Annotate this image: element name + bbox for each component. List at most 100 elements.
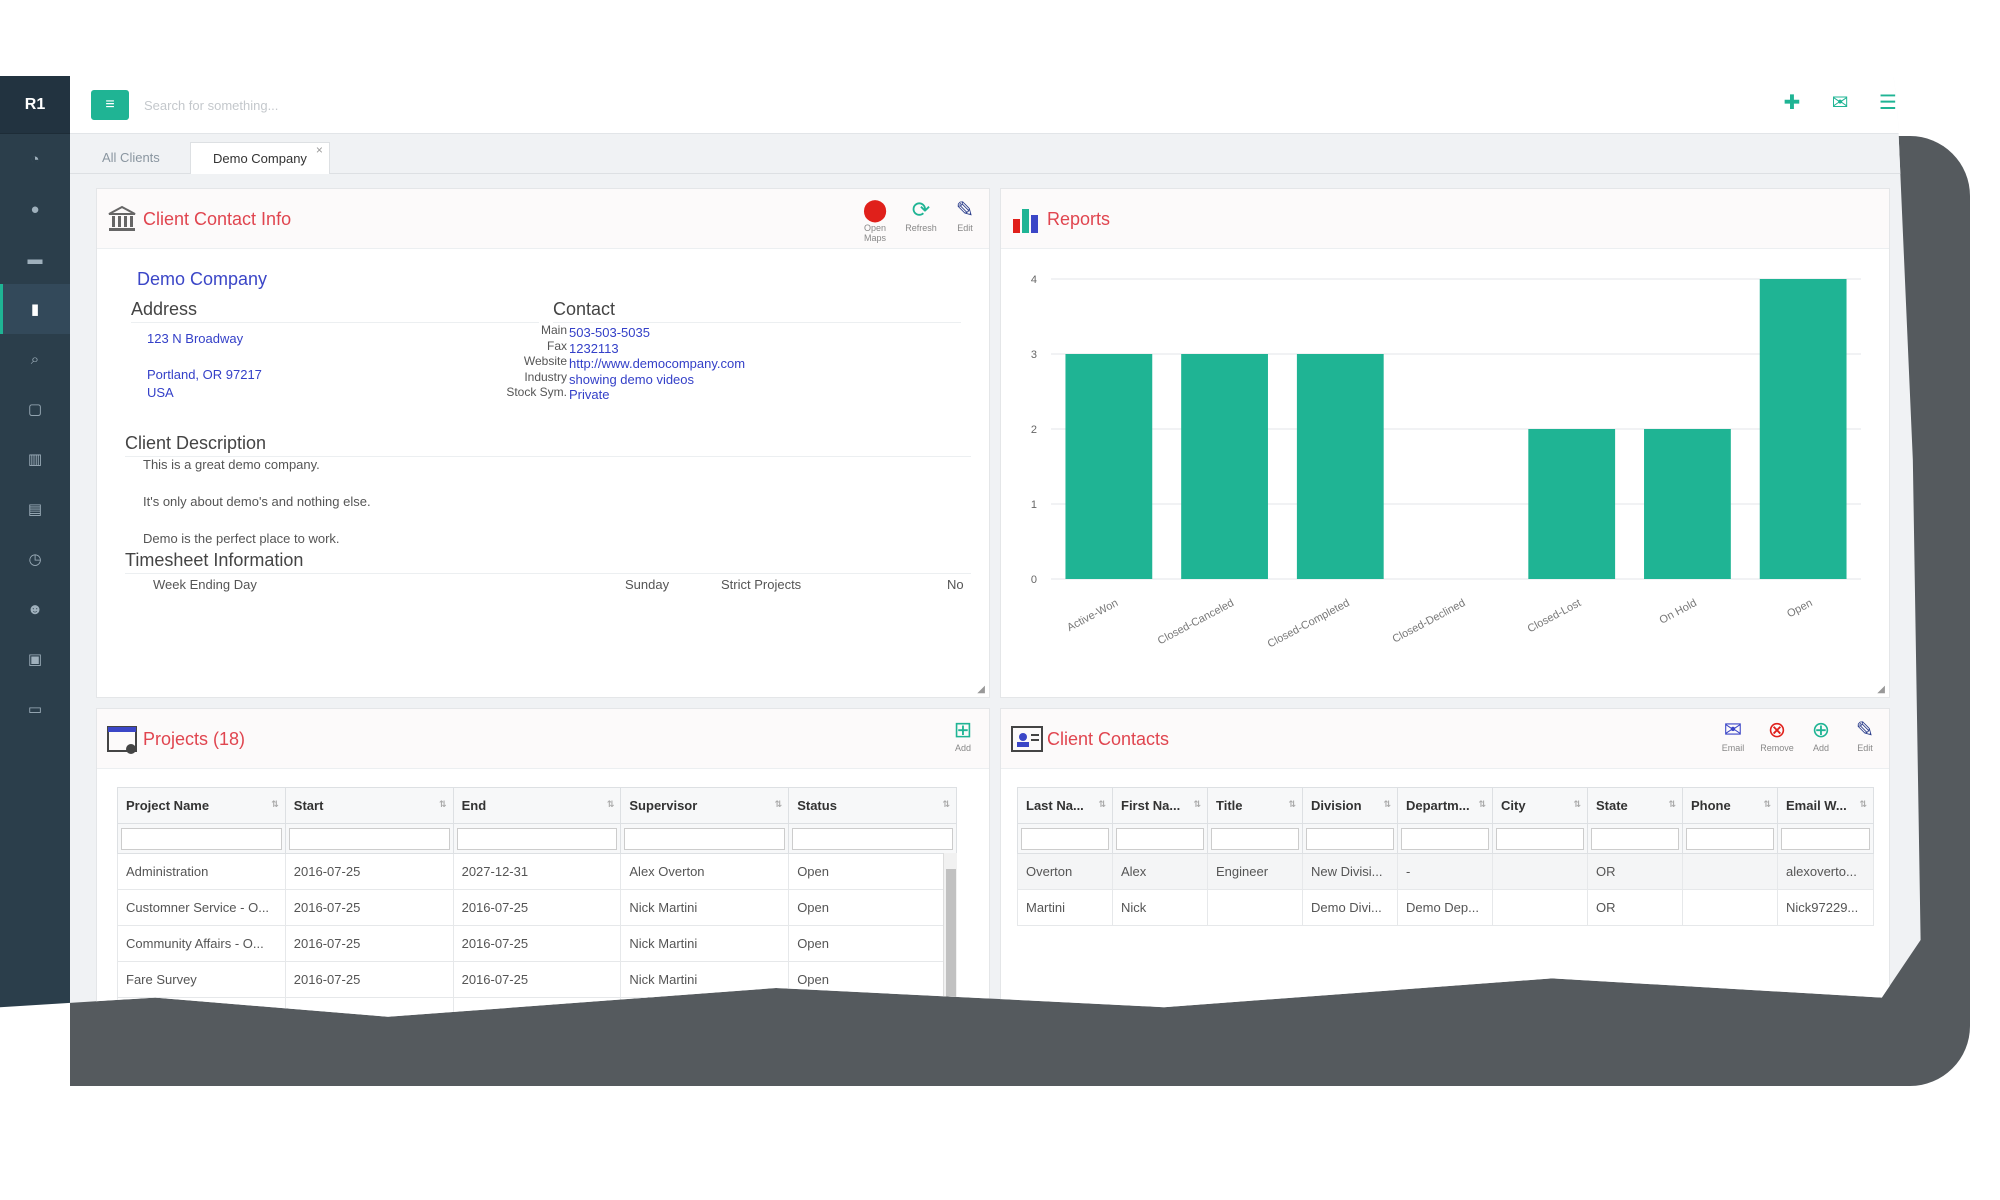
tab-demo-company[interactable]: Demo Company × [190, 142, 330, 174]
column-header[interactable]: Project Name ⇅ [117, 787, 286, 824]
table-cell: Nick Martini [620, 889, 790, 926]
email-contact-button[interactable]: ✉ Email [1715, 717, 1751, 753]
column-header[interactable]: Supervisor ⇅ [620, 787, 790, 824]
sidebar-item[interactable]: ▮ [0, 284, 70, 334]
sort-icon[interactable]: ⇅ [1859, 799, 1867, 810]
table-cell: Demo Dep... [1397, 889, 1493, 926]
sort-icon[interactable]: ⇅ [439, 799, 447, 810]
sort-icon[interactable]: ⇅ [1478, 799, 1486, 810]
bank-icon [107, 205, 137, 240]
column-filter-input[interactable] [1401, 827, 1489, 850]
column-filter-input[interactable] [1306, 827, 1394, 850]
bar[interactable] [1181, 354, 1268, 579]
sidebar-item[interactable]: ◷ [0, 534, 70, 584]
contact-field-value[interactable]: Private [569, 387, 609, 402]
contact-field-value[interactable]: http://www.democompany.com [569, 356, 745, 371]
sort-icon[interactable]: ⇅ [1193, 799, 1201, 810]
column-filter-input[interactable] [792, 827, 953, 850]
sort-icon[interactable]: ⇅ [942, 799, 950, 810]
address-line[interactable]: Portland, OR 97217 [147, 367, 262, 382]
sidebar-item[interactable]: ▢ [0, 384, 70, 434]
brand-logo[interactable]: R1 [0, 76, 70, 134]
column-header[interactable]: First Na... ⇅ [1112, 787, 1208, 824]
column-filter-input[interactable] [1496, 827, 1584, 850]
column-header[interactable]: Last Na... ⇅ [1017, 787, 1113, 824]
sidebar-item[interactable]: ▤ [0, 484, 70, 534]
column-header[interactable]: Division ⇅ [1302, 787, 1398, 824]
sort-icon[interactable]: ⇅ [1288, 799, 1296, 810]
contacts-table: Last Na... ⇅ First Na... ⇅ Title ⇅ Division ⇅ De… [1017, 787, 1874, 926]
settings-icon[interactable]: ☰ [1876, 90, 1900, 115]
column-header[interactable]: Email W... ⇅ [1777, 787, 1874, 824]
table-row[interactable]: Martini Nick Demo Divi... Demo Dep... OR Nick… [1017, 889, 1874, 926]
column-filter-input[interactable] [121, 827, 282, 850]
table-row[interactable]: Administration 2016-07-25 2027-12-31 Alex O… [117, 853, 957, 890]
column-filter-input[interactable] [1211, 827, 1299, 850]
add-icon[interactable]: ✚ [1780, 90, 1804, 115]
edit-button[interactable]: ✎ Edit [947, 197, 983, 233]
tab-all-clients[interactable]: All Clients [80, 142, 182, 174]
search-input[interactable] [144, 90, 544, 120]
add-project-button[interactable]: ⊞ Add [945, 717, 981, 753]
menu-toggle-button[interactable]: ≡ [91, 90, 129, 120]
column-filter-input[interactable] [1591, 827, 1679, 850]
sidebar-item[interactable]: ● [0, 184, 70, 234]
sort-icon[interactable]: ⇅ [1383, 799, 1391, 810]
bar[interactable] [1528, 429, 1616, 579]
contact-field-value[interactable]: 1232113 [569, 341, 619, 356]
chat-icon[interactable]: ✉ [1828, 90, 1852, 115]
column-header[interactable]: City ⇅ [1492, 787, 1588, 824]
sort-icon[interactable]: ⇅ [607, 799, 615, 810]
table-row[interactable]: Customner Service - O... 2016-07-25 2016-0… [117, 889, 957, 926]
column-filter-input[interactable] [1116, 827, 1204, 850]
column-header[interactable]: Start ⇅ [284, 787, 454, 824]
sort-icon[interactable]: ⇅ [271, 799, 279, 810]
bar[interactable] [1644, 429, 1731, 579]
column-filter-input[interactable] [456, 827, 618, 850]
table-row[interactable]: Overton Alex Engineer New Divisi... - OR alexo… [1017, 853, 1874, 890]
contact-field-value[interactable]: showing demo videos [569, 372, 694, 387]
column-filter-input[interactable] [624, 827, 786, 850]
sort-icon[interactable]: ⇅ [1763, 799, 1771, 810]
sidebar-item[interactable]: ▭ [0, 684, 70, 734]
sort-icon[interactable]: ⇅ [1098, 799, 1106, 810]
sort-icon[interactable]: ⇅ [775, 799, 783, 810]
sidebar-item[interactable]: ▣ [0, 634, 70, 684]
sidebar-item[interactable]: ▥ [0, 434, 70, 484]
open-maps-button[interactable]: ⬤ Open Maps [857, 197, 893, 243]
bar[interactable] [1296, 354, 1384, 579]
column-header[interactable]: Title ⇅ [1207, 787, 1303, 824]
column-filter-input[interactable] [1021, 827, 1109, 850]
sort-icon[interactable]: ⇅ [1573, 799, 1581, 810]
sidebar-item[interactable]: ☻ [0, 584, 70, 634]
address-line[interactable]: USA [147, 385, 174, 400]
sidebar-item[interactable]: ▬ [0, 234, 70, 284]
sort-icon[interactable]: ⇅ [1668, 799, 1676, 810]
column-filter-input[interactable] [1686, 827, 1774, 850]
column-header[interactable]: End ⇅ [452, 787, 622, 824]
bar[interactable] [1759, 279, 1847, 579]
resize-handle-icon[interactable]: ◢ [977, 684, 985, 695]
close-icon[interactable]: × [316, 134, 323, 166]
company-name[interactable]: Demo Company [137, 269, 267, 290]
column-header[interactable]: Status ⇅ [788, 787, 957, 824]
column-filter-input[interactable] [288, 827, 450, 850]
column-header[interactable]: State ⇅ [1587, 787, 1683, 824]
refresh-button[interactable]: ⟳ Refresh [903, 197, 939, 233]
sidebar-item[interactable]: ⌕ [0, 334, 70, 384]
column-header-label: Status [797, 798, 837, 813]
address-line[interactable]: 123 N Broadway [147, 331, 243, 346]
resize-handle-icon[interactable]: ◢ [1877, 684, 1885, 695]
contact-field-value[interactable]: 503-503-5035 [569, 325, 650, 340]
sidebar-item[interactable]: ◔ [0, 134, 70, 184]
add-contact-button[interactable]: ⊕ Add [1803, 717, 1839, 753]
table-cell: 2016-07-25 [452, 961, 622, 998]
column-header[interactable]: Phone ⇅ [1682, 787, 1778, 824]
remove-contact-button[interactable]: ⊗ Remove [1759, 717, 1795, 753]
column-filter-input[interactable] [1781, 827, 1870, 850]
bar[interactable] [1065, 354, 1153, 579]
column-header[interactable]: Departm... ⇅ [1397, 787, 1493, 824]
scroll-thumb[interactable] [946, 869, 956, 1009]
edit-contact-button[interactable]: ✎ Edit [1847, 717, 1883, 753]
table-row[interactable]: Community Affairs - O... 2016-07-25 2016-0… [117, 925, 957, 962]
